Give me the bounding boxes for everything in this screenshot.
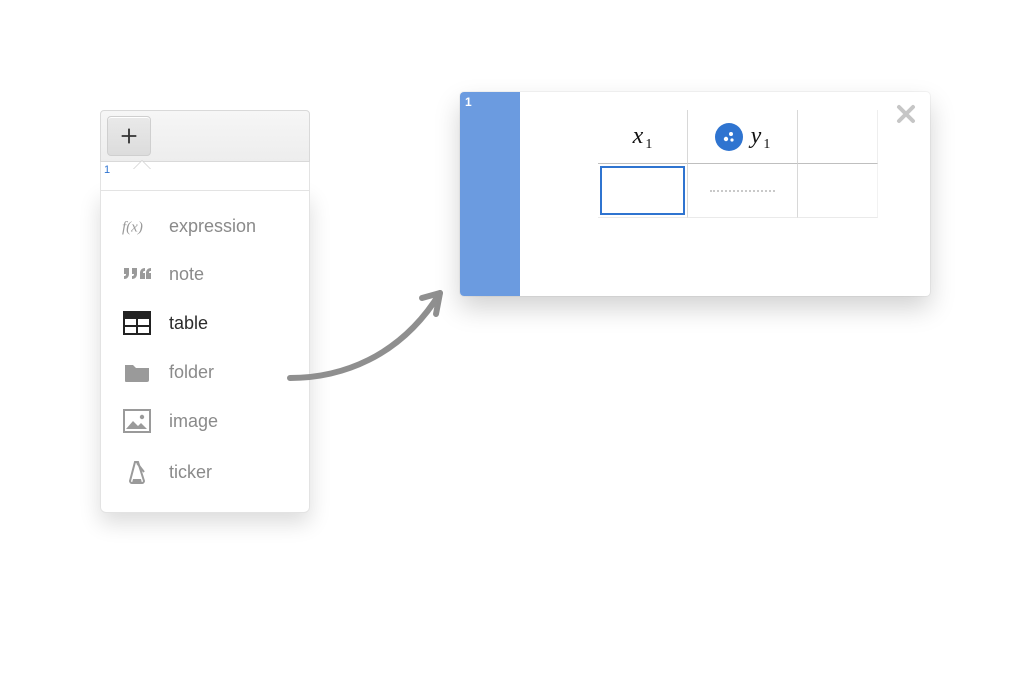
expression-index: 1 <box>104 164 110 176</box>
add-menu: f(x) expression note <box>100 190 310 513</box>
menu-item-ticker[interactable]: ticker <box>101 446 309 498</box>
menu-item-label: ticker <box>169 462 212 483</box>
header-cell-y[interactable]: y1 <box>688 110 798 164</box>
menu-caret <box>133 161 151 170</box>
header-cell-add-column[interactable] <box>798 110 878 164</box>
menu-item-expression[interactable]: f(x) expression <box>101 201 309 251</box>
metronome-icon <box>119 459 155 485</box>
menu-item-folder[interactable]: folder <box>101 348 309 396</box>
series-style-toggle[interactable] <box>715 123 743 151</box>
card-body: x1 y1 <box>520 92 930 296</box>
folder-icon <box>119 361 155 383</box>
expression-strip: 1 <box>100 162 310 190</box>
header-cell-x[interactable]: x1 <box>598 110 688 164</box>
image-icon <box>119 409 155 433</box>
empty-placeholder <box>710 190 775 192</box>
menu-item-label: image <box>169 411 218 432</box>
cell-x1[interactable] <box>598 164 688 218</box>
data-table: x1 y1 <box>598 110 878 218</box>
close-icon <box>894 102 918 126</box>
card-index: 1 <box>465 95 472 109</box>
scatter-style-icon <box>720 128 738 146</box>
add-button[interactable] <box>107 116 151 156</box>
menu-item-table[interactable]: table <box>101 298 309 348</box>
close-button[interactable] <box>894 102 918 131</box>
table-icon <box>119 311 155 335</box>
quote-icon <box>119 265 155 285</box>
svg-text:f(x): f(x) <box>122 219 143 235</box>
cell-selection <box>600 166 685 215</box>
function-icon: f(x) <box>119 214 155 238</box>
menu-item-label: folder <box>169 362 214 383</box>
menu-item-label: table <box>169 313 208 334</box>
y-axis-label: y1 <box>751 123 771 150</box>
menu-item-label: note <box>169 264 204 285</box>
table-expression-card: 1 x1 <box>460 92 930 296</box>
menu-item-note[interactable]: note <box>101 251 309 298</box>
table-row <box>598 164 878 218</box>
add-header <box>100 110 310 162</box>
menu-item-image[interactable]: image <box>101 396 309 446</box>
cell-extra[interactable] <box>798 164 878 218</box>
card-gutter[interactable]: 1 <box>460 92 520 296</box>
add-expression-panel: 1 f(x) expression note <box>100 110 310 513</box>
menu-item-label: expression <box>169 216 256 237</box>
x-axis-label: x1 <box>633 123 653 150</box>
cell-y1[interactable] <box>688 164 798 218</box>
table-header-row: x1 y1 <box>598 110 878 164</box>
plus-icon <box>118 125 140 147</box>
